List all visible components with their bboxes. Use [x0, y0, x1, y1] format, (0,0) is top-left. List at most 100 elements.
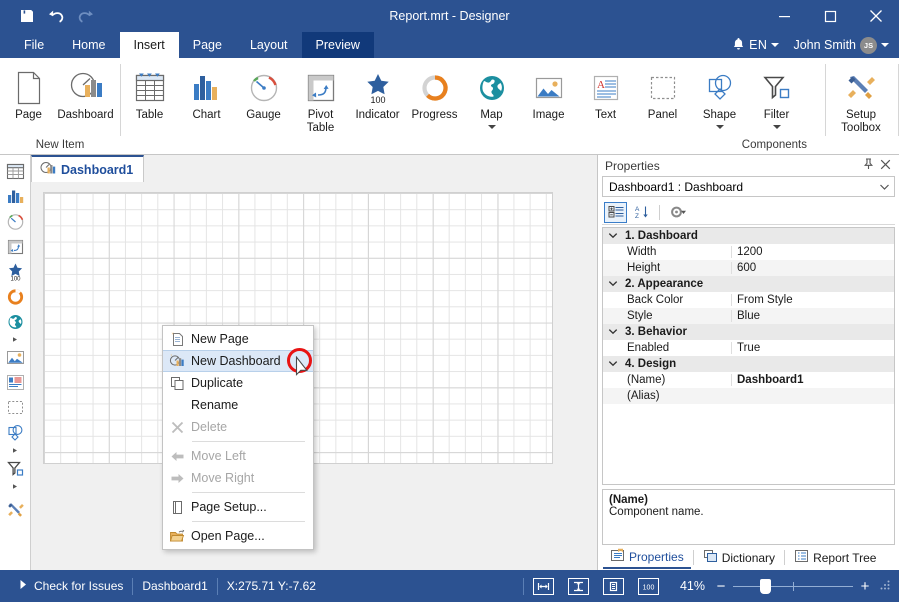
undo-icon[interactable]: [43, 4, 69, 28]
check-for-issues-button[interactable]: Check for Issues: [10, 579, 132, 593]
property-row-back-color[interactable]: Back Color From Style: [603, 292, 894, 308]
ribbon-button-chart[interactable]: Chart: [178, 63, 235, 122]
toolbox-pivot-table-icon[interactable]: [2, 234, 28, 259]
close-icon[interactable]: [877, 159, 894, 173]
ribbon-button-panel[interactable]: Panel: [634, 63, 691, 122]
toolbox-table-icon[interactable]: [2, 159, 28, 184]
ribbon-button-table[interactable]: Table: [121, 63, 178, 122]
ribbon-button-shape[interactable]: Shape: [691, 63, 748, 129]
language-chevron-down-icon[interactable]: [771, 43, 779, 47]
save-icon[interactable]: [14, 4, 40, 28]
language-label[interactable]: EN: [749, 38, 767, 52]
zoom-slider[interactable]: − +: [715, 579, 871, 594]
ribbon-button-gauge[interactable]: Gauge: [235, 63, 292, 122]
ribbon-button-page[interactable]: Page: [0, 63, 57, 122]
ribbon-tab-file[interactable]: File: [10, 32, 58, 58]
resize-grip-icon[interactable]: [879, 579, 891, 594]
zoom-out-button[interactable]: −: [715, 579, 727, 594]
property-value[interactable]: True: [731, 342, 894, 354]
zoom-slider-thumb[interactable]: [760, 579, 771, 594]
property-row-alias[interactable]: (Alias): [603, 388, 894, 404]
property-category-appearance[interactable]: 2. Appearance: [603, 276, 894, 292]
canvas-wrapper[interactable]: [31, 182, 597, 570]
zoom-in-button[interactable]: +: [859, 579, 871, 594]
zoom-slider-track[interactable]: [733, 586, 853, 587]
categorized-view-icon[interactable]: [604, 202, 627, 223]
context-menu-item-page-setup[interactable]: Page Setup...: [163, 496, 313, 518]
ribbon-button-indicator[interactable]: 100 Indicator: [349, 63, 406, 122]
ribbon-tab-preview[interactable]: Preview: [302, 32, 374, 58]
tab-report-tree[interactable]: Report Tree: [787, 546, 883, 569]
chevron-down-icon[interactable]: [603, 359, 623, 369]
ribbon-tab-layout[interactable]: Layout: [236, 32, 302, 58]
ribbon-button-progress[interactable]: Progress: [406, 63, 463, 122]
toolbox-text-icon[interactable]: [2, 370, 28, 395]
filter-dropdown-arrow-icon[interactable]: [2, 481, 28, 492]
account-chevron-down-icon[interactable]: [881, 43, 889, 47]
property-value[interactable]: From Style: [731, 294, 894, 306]
tab-dictionary[interactable]: Dictionary: [696, 546, 782, 569]
ribbon-button-map[interactable]: Map: [463, 63, 520, 129]
ribbon-button-filter[interactable]: Filter: [748, 63, 805, 129]
property-row-name[interactable]: (Name) Dashboard1: [603, 372, 894, 388]
property-category-dashboard[interactable]: 1. Dashboard: [603, 228, 894, 244]
map-dropdown-arrow-icon[interactable]: [2, 334, 28, 345]
property-category-behavior[interactable]: 3. Behavior: [603, 324, 894, 340]
map-chevron-down-icon[interactable]: [488, 125, 496, 129]
property-value[interactable]: Blue: [731, 310, 894, 322]
chevron-down-icon[interactable]: [879, 180, 890, 194]
property-value[interactable]: Dashboard1: [731, 374, 894, 386]
ribbon-tab-insert[interactable]: Insert: [120, 32, 179, 58]
context-menu-item-duplicate[interactable]: Duplicate: [163, 372, 313, 394]
tab-properties[interactable]: Properties: [603, 546, 691, 569]
pin-icon[interactable]: [860, 158, 877, 173]
property-row-width[interactable]: Width 1200: [603, 244, 894, 260]
property-row-enabled[interactable]: Enabled True: [603, 340, 894, 356]
property-value[interactable]: 600: [731, 262, 894, 274]
bell-icon[interactable]: [732, 37, 745, 54]
maximize-button[interactable]: [807, 0, 853, 32]
chevron-down-icon[interactable]: [603, 327, 623, 337]
zoom-100-icon[interactable]: 100: [638, 578, 659, 595]
gear-icon[interactable]: [666, 202, 689, 223]
document-tab-dashboard1[interactable]: Dashboard1: [31, 155, 144, 182]
fit-height-icon[interactable]: [568, 578, 589, 595]
ribbon-button-image[interactable]: Image: [520, 63, 577, 122]
chevron-down-icon[interactable]: [603, 231, 623, 241]
fit-page-icon[interactable]: [603, 578, 624, 595]
properties-object-selector[interactable]: Dashboard1 : Dashboard: [602, 176, 895, 197]
minimize-button[interactable]: [761, 0, 807, 32]
property-row-height[interactable]: Height 600: [603, 260, 894, 276]
context-menu-item-open-page[interactable]: Open Page...: [163, 525, 313, 547]
property-category-design[interactable]: 4. Design: [603, 356, 894, 372]
toolbox-image-icon[interactable]: [2, 345, 28, 370]
user-name-label[interactable]: John Smith: [793, 38, 856, 52]
shape-chevron-down-icon[interactable]: [716, 125, 724, 129]
toolbox-map-icon[interactable]: [2, 309, 28, 334]
toolbox-indicator-icon[interactable]: 100: [2, 259, 28, 284]
shape-dropdown-arrow-icon[interactable]: [2, 445, 28, 456]
ribbon-tab-page[interactable]: Page: [179, 32, 236, 58]
ribbon-button-dashboard[interactable]: Dashboard: [57, 63, 114, 122]
toolbox-gauge-icon[interactable]: [2, 209, 28, 234]
toolbox-shape-icon[interactable]: [2, 420, 28, 445]
toolbox-chart-icon[interactable]: [2, 184, 28, 209]
ribbon-tab-home[interactable]: Home: [58, 32, 119, 58]
property-row-style[interactable]: Style Blue: [603, 308, 894, 324]
toolbox-filter-icon[interactable]: [2, 456, 28, 481]
ribbon-button-pivot-table[interactable]: Pivot Table: [292, 63, 349, 135]
chevron-down-icon[interactable]: [603, 279, 623, 289]
ribbon-button-setup-toolbox[interactable]: Setup Toolbox: [826, 63, 896, 135]
toolbox-setup-toolbox-icon[interactable]: [2, 497, 28, 522]
avatar[interactable]: JS: [860, 37, 877, 54]
ribbon-button-text[interactable]: A Text: [577, 63, 634, 122]
context-menu-item-new-page[interactable]: New Page: [163, 328, 313, 350]
property-value[interactable]: 1200: [731, 246, 894, 258]
filter-chevron-down-icon[interactable]: [773, 125, 781, 129]
close-button[interactable]: [853, 0, 899, 32]
fit-width-icon[interactable]: [533, 578, 554, 595]
toolbox-progress-icon[interactable]: [2, 284, 28, 309]
context-menu-item-rename[interactable]: Rename: [163, 394, 313, 416]
sort-alphabetical-icon[interactable]: AZ: [630, 202, 653, 223]
properties-grid[interactable]: 1. Dashboard Width 1200 Height 600 2. A: [602, 227, 895, 485]
